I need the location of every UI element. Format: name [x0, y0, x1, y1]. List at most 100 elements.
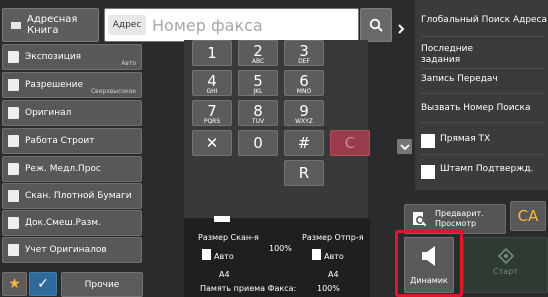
left-menu-item[interactable]: Док.Смеш.Разм. [2, 210, 142, 236]
speaker-highlight-frame [395, 230, 463, 297]
keypad-key[interactable]: R [284, 160, 324, 186]
keypad-panel [184, 40, 368, 218]
keypad-key[interactable]: 3 DEF [284, 40, 324, 66]
address-book-button[interactable]: Адресная Книга [2, 8, 99, 42]
transmission-log-item[interactable]: Запись Передач [421, 74, 498, 85]
keypad-key[interactable]: 4 GHI [192, 70, 232, 96]
keypad-key-label: 0 [253, 134, 263, 152]
chevron-down-icon [399, 143, 410, 150]
keypad-key-letters: WXYZ [295, 117, 313, 125]
preview-icon [413, 212, 427, 227]
global-address-search-item[interactable]: Глобальный Поиск Адреса [421, 15, 547, 26]
scan-size-label: Размер Скан-я [198, 233, 259, 242]
checked-programs-button[interactable]: ✓ [29, 272, 57, 296]
star-icon: ★ [8, 276, 21, 292]
keypad-key[interactable]: C [330, 130, 370, 156]
recall-search-number-item[interactable]: Вызвать Номер Поиска [421, 103, 531, 114]
address-book-icon [11, 21, 21, 29]
send-size-label: Размер Отпр-я [302, 233, 364, 242]
address-book-label: Адресная Книга [27, 14, 78, 36]
stamp-confirm-checkbox[interactable] [421, 165, 435, 179]
fax-number-input[interactable]: Адрес Номер факса [104, 8, 359, 42]
fax-memory-label: Память приема Факса: [200, 284, 297, 293]
keypad-key[interactable]: # [284, 130, 324, 156]
scan-original-icon [214, 216, 230, 222]
scan-auto: Авто [214, 252, 234, 261]
keypad-key-label: 1 [207, 44, 217, 62]
keypad-key-label: # [297, 134, 311, 152]
keypad-key-letters: PQRS [203, 117, 221, 125]
menu-item-label: Учет Оригиналов [25, 245, 107, 255]
fax-number-placeholder: Номер факса [152, 15, 263, 35]
recent-jobs-item[interactable]: Последние задания [421, 44, 511, 66]
favorite-button[interactable]: ★ [2, 272, 27, 296]
menu-item-icon [8, 190, 19, 202]
menu-item-icon [8, 163, 19, 175]
left-menu-item[interactable]: Учет Оригиналов [2, 237, 142, 263]
menu-item-label: Док.Смеш.Разм. [25, 218, 101, 228]
menu-item-label: Реж. Медл.Прос [25, 164, 101, 174]
menu-item-value: Сверхвысокое [90, 88, 136, 95]
search-button[interactable] [360, 8, 392, 42]
keypad-key-label: 5 [253, 71, 263, 90]
clear-all-button[interactable]: CA [510, 201, 546, 231]
stamp-confirm-label: Штамп Подтвержд. [440, 164, 534, 174]
left-menu-item[interactable]: Реж. Медл.Прос [2, 156, 142, 182]
keypad-key-label: 8 [253, 101, 263, 120]
check-icon: ✓ [37, 276, 49, 292]
left-menu-item[interactable]: Работа Строит [2, 128, 142, 154]
keypad-key-letters: TUV [251, 117, 265, 125]
keypad-key-label: 9 [299, 101, 309, 120]
menu-item-icon [8, 79, 19, 91]
menu-item-icon [8, 107, 19, 119]
keypad-key[interactable]: 0 [238, 130, 278, 156]
left-menu-item[interactable]: Разрешение Сверхвысокое [2, 72, 142, 98]
address-tag: Адрес [108, 15, 146, 35]
start-button[interactable]: Старт [463, 237, 548, 293]
menu-item-icon [8, 217, 19, 229]
start-icon [498, 248, 514, 264]
scan-paper-icon [202, 249, 211, 260]
left-menu-item[interactable]: Скан. Плотной Бумаги [2, 183, 142, 209]
menu-item-label: Скан. Плотной Бумаги [25, 191, 132, 201]
menu-item-icon [8, 135, 19, 147]
menu-item-label: Оригинал [25, 108, 72, 118]
keypad-key-label: ✕ [205, 134, 219, 152]
keypad-key[interactable]: 6 MNO [284, 70, 324, 96]
keypad-key[interactable]: 1 [192, 40, 232, 66]
keypad-key-letters: DEF [298, 57, 310, 65]
keypad-key[interactable]: 2 ABC [238, 40, 278, 66]
send-paper-icon [312, 249, 321, 260]
start-label: Старт [493, 267, 518, 276]
zoom-ratio: 100% [269, 244, 292, 253]
keypad-key-label: 3 [299, 41, 309, 60]
left-menu-item[interactable]: Экспозиция Авто [2, 44, 142, 70]
fax-memory-value: 100% [317, 284, 340, 293]
keypad-key[interactable]: 8 TUV [238, 100, 278, 126]
settings-info-panel: Размер Скан-я Размер Отпр-я 100% Авто Ав… [184, 216, 370, 297]
direct-tx-label: Прямая TX [440, 134, 491, 144]
keypad-key-label: R [298, 164, 310, 182]
scroll-down-button[interactable] [397, 139, 412, 154]
right-panel: Глобальный Поиск Адреса Последние задани… [415, 0, 548, 190]
keypad-key[interactable]: 5 JKL [238, 70, 278, 96]
keypad-key-label: 2 [253, 41, 263, 60]
keypad-key-label: C [344, 134, 356, 152]
direct-tx-checkbox[interactable] [421, 134, 435, 148]
keypad-key-label: 7 [207, 101, 217, 120]
preview-label: Предварит. Просмотр [435, 209, 484, 228]
send-auto: Авто [324, 252, 344, 261]
left-menu-item[interactable]: Оригинал [2, 100, 142, 126]
scan-paper-size: A4 [219, 270, 230, 279]
menu-item-value: Авто [121, 60, 136, 67]
keypad-key[interactable]: ✕ [192, 130, 232, 156]
keypad-key[interactable]: 9 WXYZ [284, 100, 324, 126]
keypad-key-letters: ABC [251, 57, 265, 65]
keypad-key-label: 4 [207, 71, 217, 90]
keypad-key[interactable]: 7 PQRS [192, 100, 232, 126]
send-paper-size: A4 [328, 270, 339, 279]
menu-item-icon [8, 244, 19, 256]
panel-toggle-icon[interactable] [396, 20, 406, 39]
search-icon [369, 18, 383, 32]
other-button[interactable]: Прочие [61, 272, 143, 297]
